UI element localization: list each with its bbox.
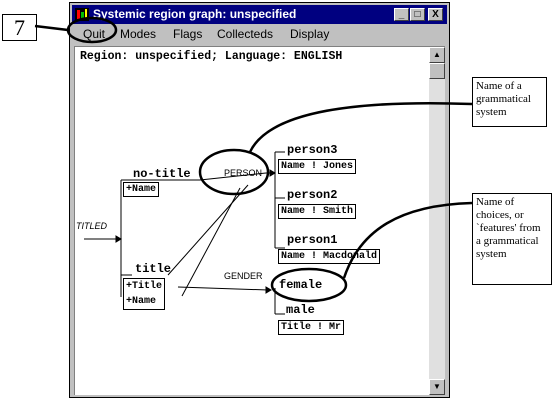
realization-male: Title ! Mr [278, 320, 345, 335]
system-entry-label: TITLED [76, 221, 108, 231]
feature-person1: person1 [287, 233, 338, 247]
menu-flags[interactable]: Flags [173, 25, 202, 44]
feature-male: male [286, 303, 315, 317]
realization-name-line: +Name [126, 296, 157, 307]
system-person-label: PERSON [224, 168, 263, 178]
realization-person2: Name ! Smith [278, 204, 357, 219]
menu-display[interactable]: Display [290, 25, 329, 44]
region-header: Region: unspecified; Language: ENGLISH [80, 50, 343, 63]
menu-modes[interactable]: Modes [120, 25, 156, 44]
window-title: Systemic region graph: unspecified [93, 7, 297, 21]
app-icon [75, 8, 89, 21]
feature-no-title: no-title [133, 167, 191, 181]
menu-quit[interactable]: Quit [83, 25, 105, 44]
scroll-thumb[interactable] [429, 63, 445, 79]
realization-title-line: +Title [126, 281, 163, 292]
maximize-button[interactable]: □ [410, 8, 425, 21]
realization-title: +Title +Name [123, 278, 166, 310]
scroll-up-icon[interactable]: ▲ [429, 47, 445, 63]
minimize-button[interactable]: _ [394, 8, 409, 21]
realization-no-title: +Name [123, 182, 160, 197]
feature-person3: person3 [287, 143, 338, 157]
close-button[interactable]: X [428, 8, 443, 21]
feature-person2: person2 [287, 188, 338, 202]
feature-female: female [279, 278, 323, 292]
realization-person3: Name ! Jones [278, 159, 357, 174]
graph-canvas: Region: unspecified; Language: ENGLISH ▲… [74, 46, 445, 395]
annotation-features-note: Name of choices, or `features' from a gr… [472, 193, 552, 285]
scroll-down-icon[interactable]: ▼ [429, 379, 445, 395]
feature-title: title [135, 262, 172, 276]
system-gender-label: GENDER [224, 271, 263, 281]
menu-collecteds[interactable]: Collecteds [217, 25, 273, 44]
realization-person1: Name ! Macdonald [278, 249, 381, 264]
systemic-region-graph-window: Systemic region graph: unspecified _ □ X… [69, 2, 450, 398]
annotation-system-note: Name of a grammatical system [472, 77, 547, 127]
title-bar[interactable]: Systemic region graph: unspecified _ □ X [72, 5, 447, 24]
menu-bar: Quit Modes Flags Collecteds Display [72, 25, 447, 44]
figure-number-label: 7 [2, 14, 37, 41]
vertical-scrollbar[interactable]: ▲ ▼ [429, 47, 445, 395]
